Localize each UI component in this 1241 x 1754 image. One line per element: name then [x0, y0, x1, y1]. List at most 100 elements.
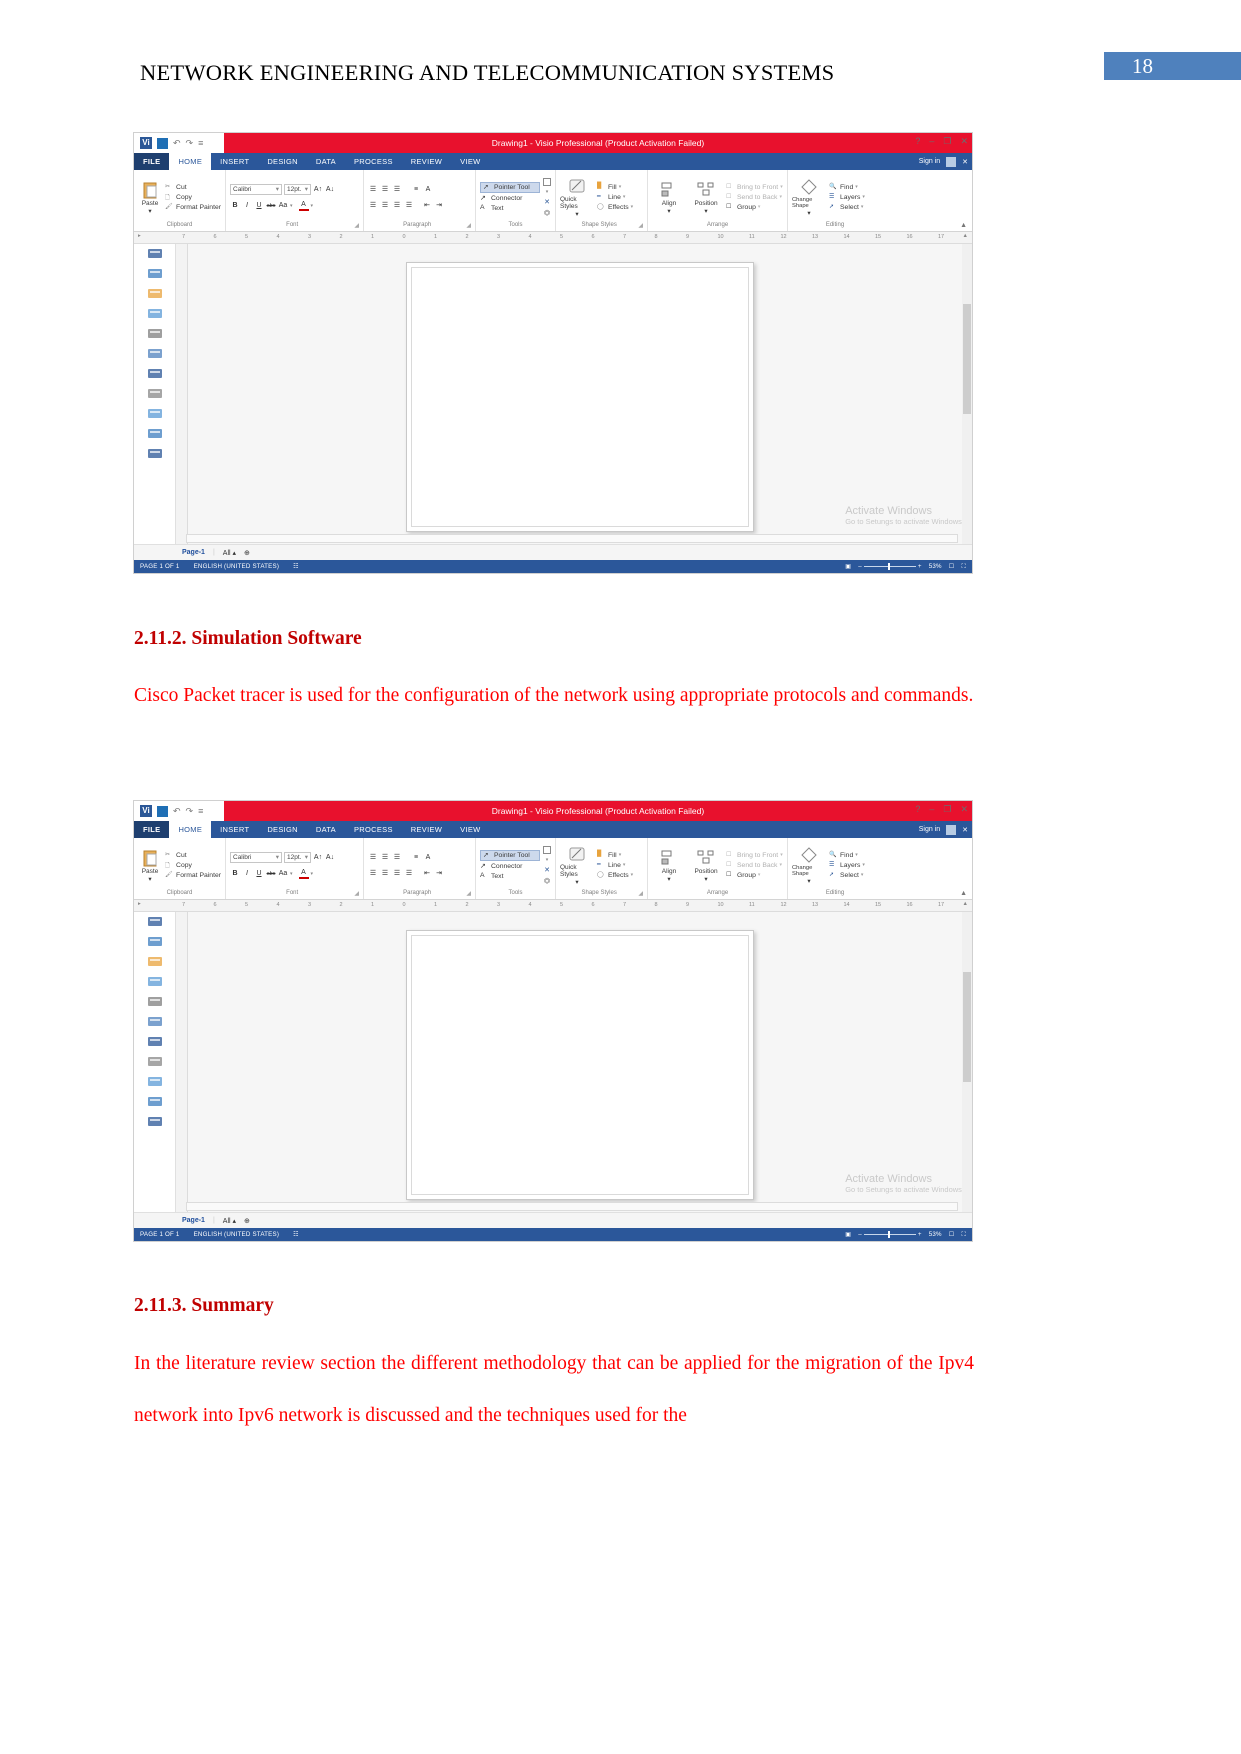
- position-button[interactable]: Position ▾: [689, 840, 723, 890]
- find-dropdown-icon[interactable]: ▾: [855, 852, 858, 858]
- bold-button[interactable]: B: [230, 869, 240, 879]
- position-button[interactable]: Position ▾: [689, 172, 723, 222]
- status-language[interactable]: ENGLISH (UNITED STATES): [194, 1231, 280, 1238]
- text-direction-icon[interactable]: A: [423, 852, 433, 862]
- underline-button[interactable]: U: [254, 201, 264, 211]
- page-tab-page-1[interactable]: Page-1: [182, 549, 205, 556]
- cut-button[interactable]: ✂ Cut: [165, 183, 221, 192]
- pencil-icon[interactable]: ✕: [544, 198, 550, 206]
- shape-stencil-item[interactable]: [147, 388, 163, 399]
- shape-stencil-item[interactable]: [147, 288, 163, 299]
- fill-button[interactable]: █ Fill ▾: [597, 851, 643, 860]
- zoom-out-icon[interactable]: –: [858, 563, 862, 570]
- align-dropdown-icon[interactable]: ▾: [667, 875, 670, 883]
- save-icon[interactable]: [157, 137, 168, 149]
- quick-access-toolbar[interactable]: Vi ↶ ↷ ≡: [134, 805, 224, 817]
- close-icon[interactable]: ✕: [960, 136, 968, 147]
- align-button[interactable]: Align ▾: [652, 840, 686, 890]
- bullets-icon[interactable]: ≡: [411, 184, 421, 194]
- ribbon[interactable]: Paste ▾ ✂ Cut 🗋 Copy 🖌 Format Painter Clipboard C…: [134, 838, 972, 900]
- copy-button[interactable]: 🗋 Copy: [165, 193, 221, 202]
- zoom-in-icon[interactable]: +: [918, 563, 922, 570]
- pointer-tool-button[interactable]: ➚ Pointer Tool: [480, 849, 540, 861]
- tab-view[interactable]: VIEW: [451, 153, 489, 170]
- align-center-icon[interactable]: ☰: [380, 200, 390, 210]
- shape-stencil-item[interactable]: [147, 936, 163, 947]
- account-icon[interactable]: [946, 824, 957, 835]
- crop-icon[interactable]: ⏣: [544, 877, 550, 885]
- ribbon-right-controls[interactable]: Sign in ✕: [919, 153, 968, 170]
- minimize-icon[interactable]: –: [929, 136, 934, 147]
- change-case-button[interactable]: Aa: [278, 869, 288, 879]
- layers-button[interactable]: ☰ Layers ▾: [829, 861, 878, 870]
- window-controls[interactable]: ? – ❐ ✕: [915, 136, 968, 147]
- shape-stencil-item[interactable]: [147, 976, 163, 987]
- shape-dropdown-icon[interactable]: ▾: [546, 189, 549, 195]
- bring-to-front-dropdown-icon[interactable]: ▾: [780, 852, 783, 858]
- help-icon[interactable]: ?: [915, 136, 920, 147]
- shape-stencil-item[interactable]: [147, 1116, 163, 1127]
- change-shape-button[interactable]: Change Shape ▾: [792, 840, 826, 890]
- tab-design[interactable]: DESIGN: [258, 821, 307, 838]
- fill-dropdown-icon[interactable]: ▾: [619, 184, 622, 190]
- customize-qat-icon[interactable]: ≡: [198, 806, 203, 816]
- restore-icon[interactable]: ❐: [943, 804, 951, 815]
- ribbon-tab-bar[interactable]: FILE HOME INSERT DESIGN DATA PROCESS REVIEW VIE…: [134, 153, 972, 170]
- help-icon[interactable]: ?: [915, 804, 920, 815]
- shape-stencil-item[interactable]: [147, 428, 163, 439]
- group-button[interactable]: ☐ Group ▾: [726, 871, 783, 880]
- align-middle-icon[interactable]: ☰: [380, 852, 390, 862]
- zoom-slider[interactable]: – +: [858, 563, 922, 570]
- bullets-icon[interactable]: ≡: [411, 852, 421, 862]
- font-name-input[interactable]: Calibri ▾: [230, 183, 282, 195]
- quick-access-toolbar[interactable]: Vi ↶ ↷ ≡: [134, 137, 224, 149]
- restore-icon[interactable]: ❐: [943, 136, 951, 147]
- status-right-controls[interactable]: ▣ – +53% ☐ ⛶: [845, 563, 966, 571]
- drawing-canvas[interactable]: Activate Windows Go to Setungs to activat…: [188, 244, 972, 544]
- shape-stencil-item[interactable]: [147, 448, 163, 459]
- page-tab-page-1[interactable]: Page-1: [182, 1217, 205, 1224]
- tab-review[interactable]: REVIEW: [402, 821, 451, 838]
- paste-dropdown-icon[interactable]: ▾: [148, 875, 151, 883]
- font-name-input[interactable]: Calibri ▾: [230, 851, 282, 863]
- sign-in-label[interactable]: Sign in: [919, 826, 940, 833]
- bring-to-front-button[interactable]: ☐ Bring to Front ▾: [726, 183, 783, 192]
- shape-stencil-item[interactable]: [147, 996, 163, 1007]
- status-macro-icon[interactable]: ☷: [293, 1231, 299, 1238]
- align-top-icon[interactable]: ☰: [368, 852, 378, 862]
- shape-stencil-item[interactable]: [147, 268, 163, 279]
- status-right-controls[interactable]: ▣ – +53% ☐ ⛶: [845, 1231, 966, 1239]
- font-color-dropdown-icon[interactable]: ▾: [311, 203, 314, 209]
- connector-button[interactable]: ↗ Connector: [480, 862, 540, 871]
- layers-dropdown-icon[interactable]: ▾: [862, 862, 865, 868]
- zoom-slider[interactable]: – +: [858, 1231, 922, 1238]
- shape-stencil-item[interactable]: [147, 956, 163, 967]
- fill-dropdown-icon[interactable]: ▾: [619, 852, 622, 858]
- undo-icon[interactable]: ↶: [173, 806, 181, 817]
- font-color-dropdown-icon[interactable]: ▾: [311, 871, 314, 877]
- align-right-icon[interactable]: ☰: [392, 868, 402, 878]
- layers-button[interactable]: ☰ Layers ▾: [829, 193, 878, 202]
- page-tab-all[interactable]: All ▴: [223, 549, 236, 557]
- select-button[interactable]: ➚ Select ▾: [829, 203, 878, 212]
- shape-stencil-item[interactable]: [147, 348, 163, 359]
- align-button[interactable]: Align ▾: [652, 172, 686, 222]
- insert-page-icon[interactable]: ⊕: [244, 549, 250, 557]
- decrease-indent-icon[interactable]: ⇤: [422, 868, 432, 878]
- tab-insert[interactable]: INSERT: [211, 821, 258, 838]
- select-button[interactable]: ➚ Select ▾: [829, 871, 878, 880]
- drawing-canvas[interactable]: Activate Windows Go to Setungs to activat…: [188, 912, 972, 1212]
- tab-design[interactable]: DESIGN: [258, 153, 307, 170]
- shapes-panel[interactable]: [134, 912, 176, 1212]
- vertical-scroll-thumb[interactable]: [963, 972, 971, 1082]
- zoom-handle[interactable]: [887, 563, 890, 570]
- zoom-track[interactable]: [863, 1231, 916, 1238]
- paste-button[interactable]: Paste ▾: [138, 840, 162, 890]
- align-middle-icon[interactable]: ☰: [380, 184, 390, 194]
- increase-indent-icon[interactable]: ⇥: [434, 200, 444, 210]
- shape-stencil-item[interactable]: [147, 1076, 163, 1087]
- align-bottom-icon[interactable]: ☰: [392, 184, 402, 194]
- align-bottom-icon[interactable]: ☰: [392, 852, 402, 862]
- copy-button[interactable]: 🗋 Copy: [165, 861, 221, 870]
- shrink-font-icon[interactable]: A↓: [325, 852, 335, 862]
